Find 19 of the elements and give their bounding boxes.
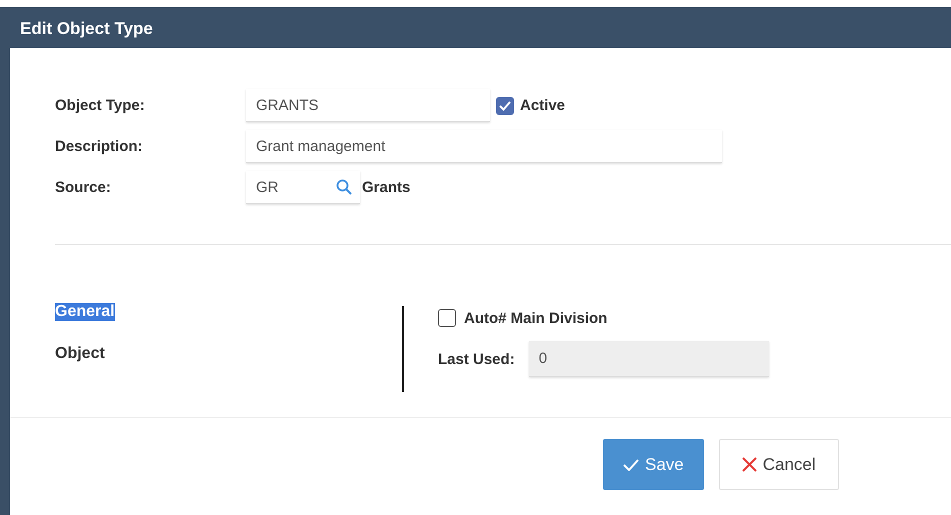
lookup-field[interactable]: GR: [246, 171, 360, 204]
field-label: Description:: [55, 138, 144, 155]
search-icon[interactable]: [336, 179, 352, 195]
source-name: Grants: [362, 179, 410, 196]
close-icon: [742, 457, 757, 472]
section-item[interactable]: Object: [55, 345, 105, 363]
checkbox-label: Auto# Main Division: [464, 310, 608, 326]
input-field[interactable]: GRANTS: [246, 89, 490, 122]
field-label: Last Used:: [438, 350, 515, 368]
checkbox-label: Active: [520, 97, 566, 114]
checkbox[interactable]: [438, 309, 456, 327]
window-title: Edit Object Type: [20, 19, 153, 39]
field-label: Source:: [55, 179, 112, 196]
field-label: Object Type:: [55, 97, 146, 114]
input-field[interactable]: Grant management: [246, 130, 722, 163]
check-icon: [623, 458, 639, 470]
cancel-button[interactable]: Cancel: [718, 439, 839, 490]
checkbox[interactable]: [496, 96, 514, 114]
section-item[interactable]: General: [55, 303, 115, 321]
